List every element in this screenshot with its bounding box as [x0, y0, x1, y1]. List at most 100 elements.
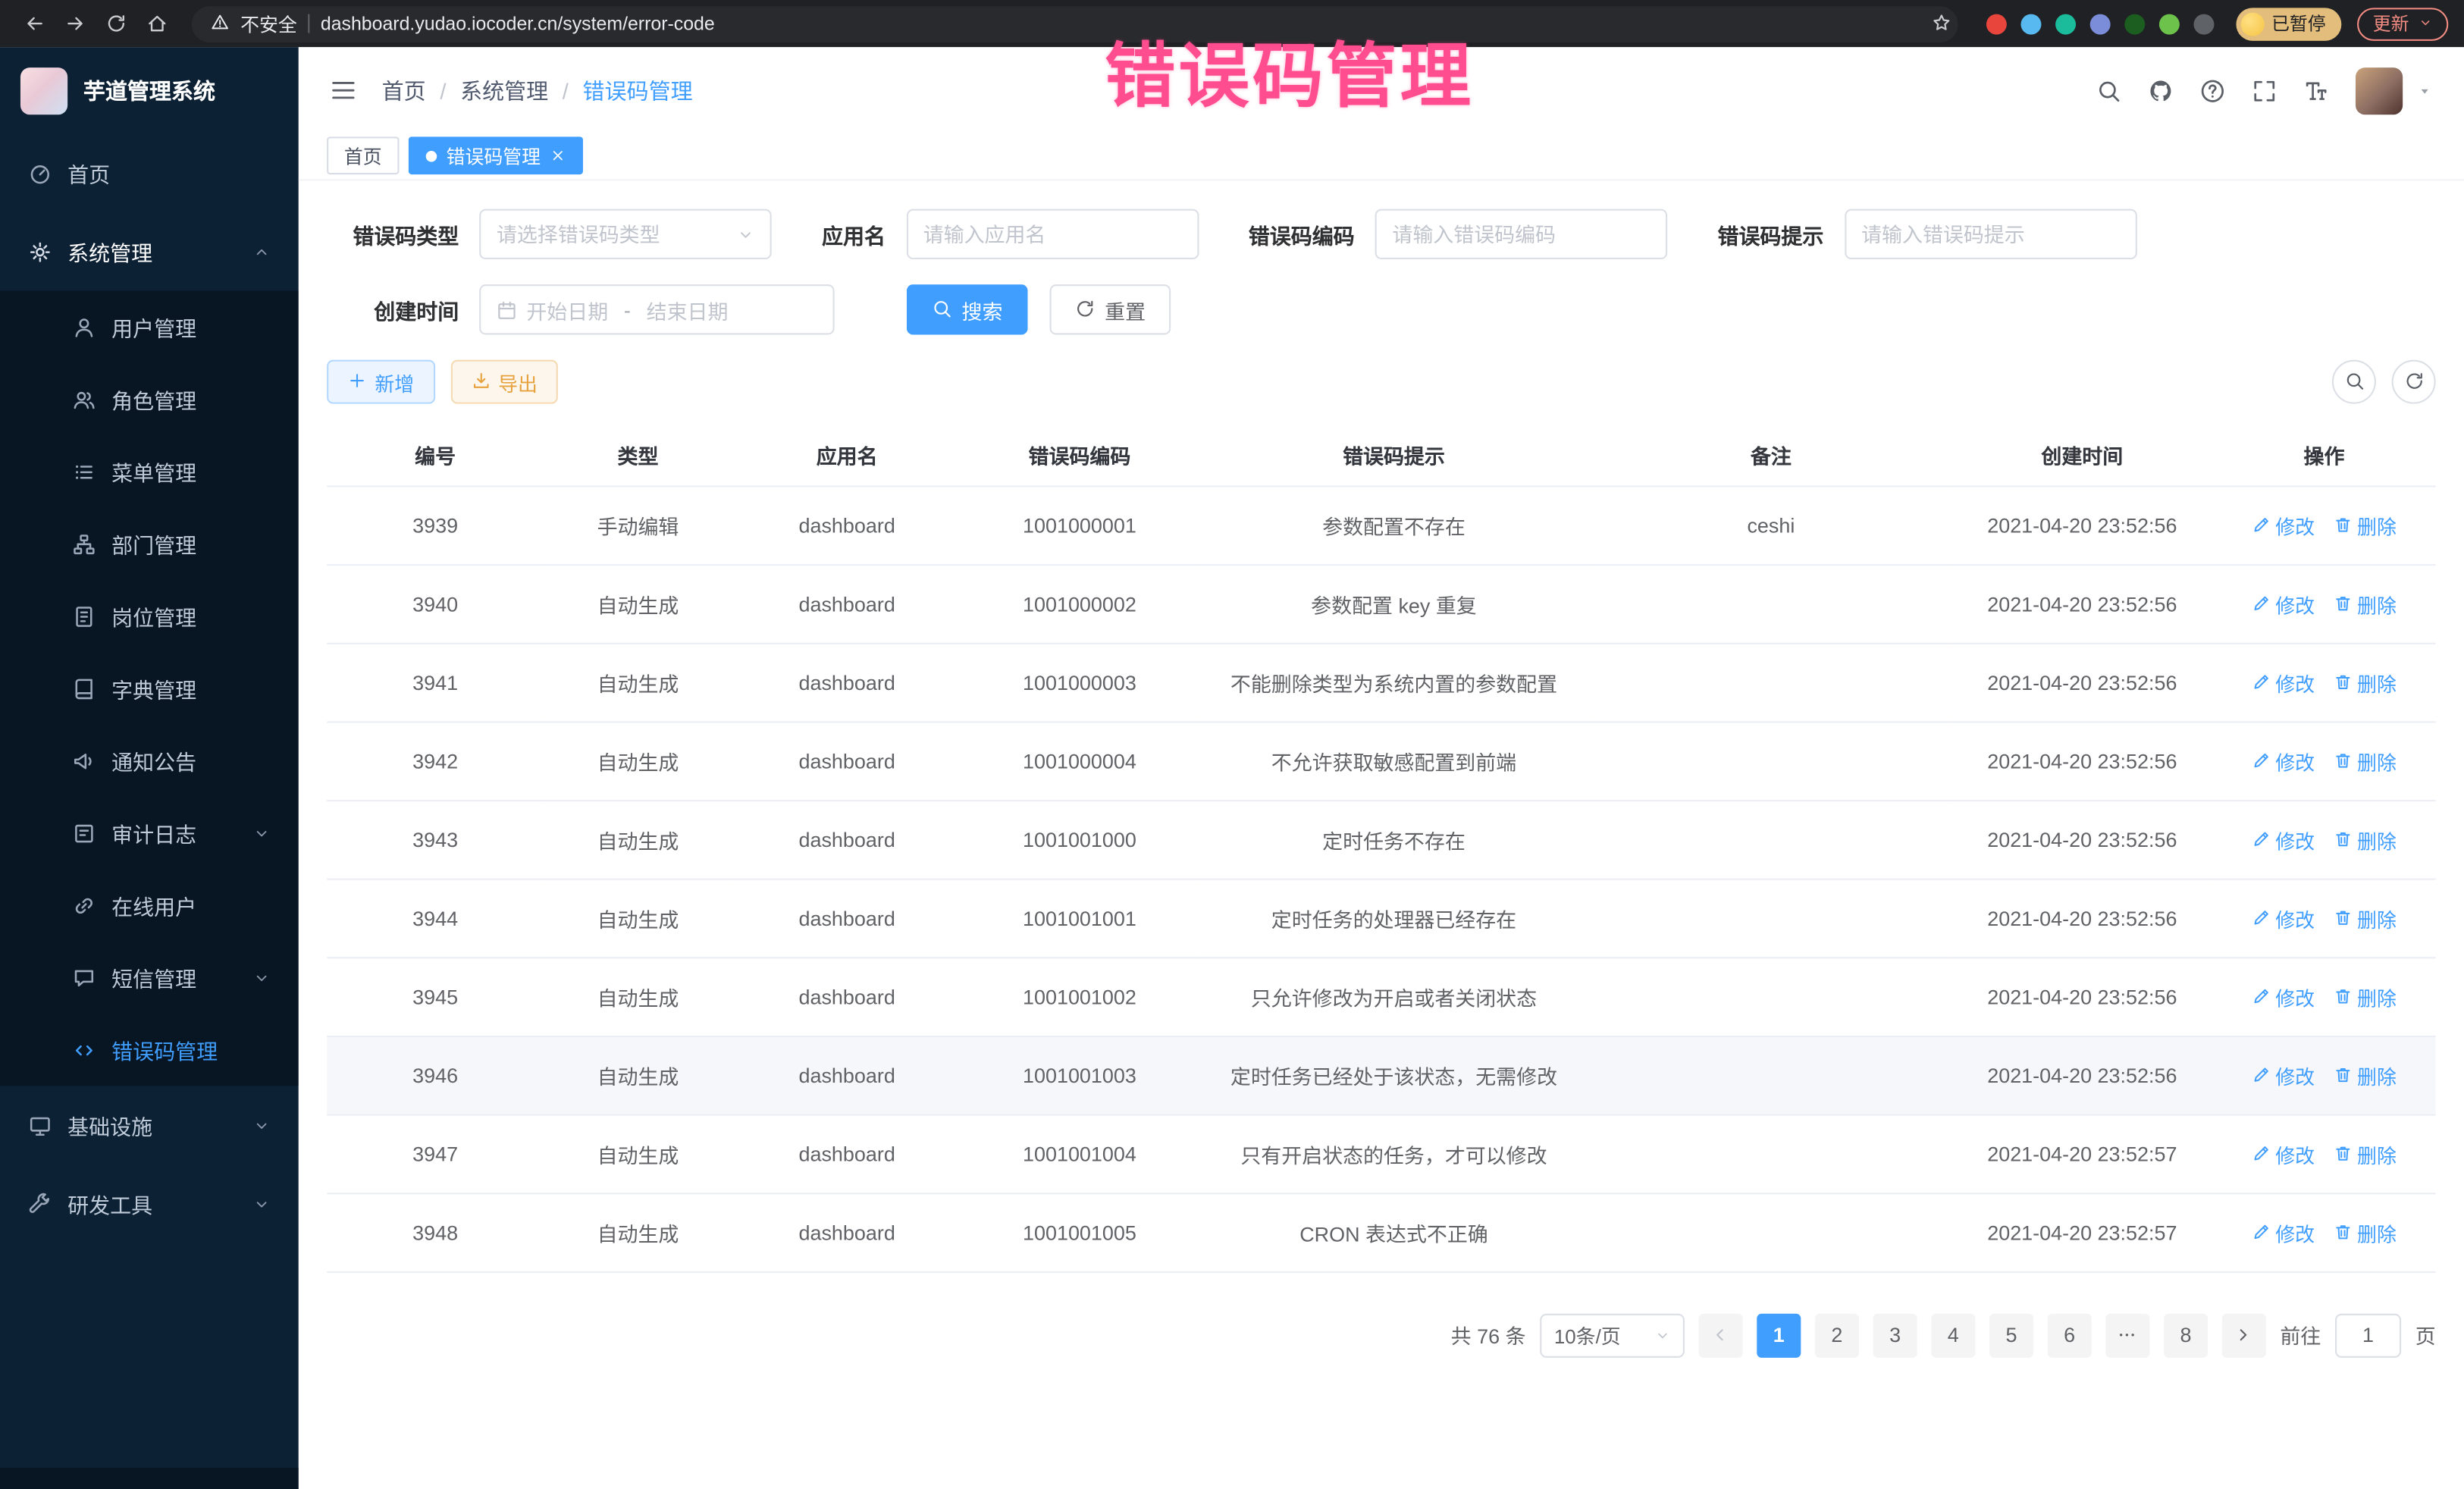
fullscreen-icon[interactable]	[2252, 78, 2277, 103]
delete-link[interactable]: 删除	[2334, 1060, 2397, 1089]
edit-link[interactable]: 修改	[2252, 824, 2315, 854]
pager-page-button[interactable]: 4	[1931, 1313, 1975, 1357]
table-cell: 不允许获取敏感配置到前端	[1197, 721, 1590, 800]
extension-puzzle-icon[interactable]	[2193, 14, 2213, 34]
error-code-input[interactable]	[1392, 222, 1650, 246]
breadcrumb-item[interactable]: 系统管理	[460, 74, 548, 105]
search-icon[interactable]	[2096, 78, 2121, 103]
refresh-table-button[interactable]	[2392, 360, 2436, 404]
sidebar-item-dept[interactable]: 部门管理	[0, 507, 299, 579]
extension-grid-icon[interactable]	[2089, 14, 2110, 34]
date-range-picker[interactable]: 开始日期 - 结束日期	[479, 284, 834, 334]
pager-next-button[interactable]	[2222, 1313, 2266, 1357]
menu-toggle-icon[interactable]	[330, 77, 356, 104]
edit-link[interactable]: 修改	[2252, 1217, 2315, 1246]
app-logo[interactable]: 芋道管理系统	[0, 47, 299, 133]
delete-link[interactable]: 删除	[2334, 1139, 2397, 1168]
sidebar-item-home[interactable]: 首页	[0, 133, 299, 212]
tab-close-icon[interactable]	[550, 148, 566, 164]
chevron-down-icon	[253, 969, 271, 986]
sidebar-item-user[interactable]: 用户管理	[0, 290, 299, 362]
error-type-input[interactable]	[497, 222, 728, 246]
browser-address-bar[interactable]: 不安全 dashboard.yudao.iocoder.cn/system/er…	[192, 5, 1958, 42]
pager-page-button[interactable]: 5	[1989, 1313, 2033, 1357]
pager-more-button[interactable]	[2105, 1313, 2149, 1357]
delete-link[interactable]: 删除	[2334, 745, 2397, 775]
help-icon[interactable]	[2200, 78, 2225, 103]
sidebar-item-dict[interactable]: 字典管理	[0, 652, 299, 724]
pager-page-button[interactable]: 1	[1757, 1313, 1801, 1357]
sidebar-item-audit[interactable]: 审计日志	[0, 797, 299, 869]
sidebar-collapse-bar[interactable]	[0, 1468, 299, 1489]
search-button[interactable]: 搜索	[907, 284, 1028, 334]
update-button[interactable]: 更新	[2357, 7, 2448, 40]
pager-page-button[interactable]: 3	[1873, 1313, 1917, 1357]
sidebar-item-errorcode[interactable]: 错误码管理	[0, 1014, 299, 1086]
page-size-select[interactable]: 10条/页	[1540, 1313, 1685, 1357]
extension-check-icon[interactable]	[2055, 14, 2075, 34]
edit-link[interactable]: 修改	[2252, 667, 2315, 697]
breadcrumb-item[interactable]: 首页	[382, 74, 426, 105]
table-row: 3946自动生成dashboard1001001003定时任务已经处于该状态，无…	[327, 1036, 2436, 1114]
delete-link[interactable]: 删除	[2334, 588, 2397, 618]
font-size-icon[interactable]	[2304, 78, 2329, 103]
error-hint-input[interactable]	[1861, 222, 2119, 246]
delete-link[interactable]: 删除	[2334, 981, 2397, 1011]
edit-link[interactable]: 修改	[2252, 1060, 2315, 1089]
tab-home[interactable]: 首页	[327, 136, 399, 174]
sidebar-item-tool[interactable]: 研发工具	[0, 1165, 299, 1243]
export-button[interactable]: 导出	[450, 360, 558, 404]
browser-home-icon[interactable]	[138, 6, 176, 41]
extension-leaf-icon[interactable]	[2158, 14, 2179, 34]
delete-link[interactable]: 删除	[2334, 903, 2397, 933]
delete-link[interactable]: 删除	[2334, 1217, 2397, 1246]
pager-page-button[interactable]: 6	[2048, 1313, 2092, 1357]
edit-link[interactable]: 修改	[2252, 903, 2315, 933]
edit-link[interactable]: 修改	[2252, 588, 2315, 618]
sidebar-item-role[interactable]: 角色管理	[0, 363, 299, 435]
github-icon[interactable]	[2148, 78, 2173, 103]
breadcrumb-item[interactable]: 错误码管理	[583, 74, 693, 105]
pager-page-button[interactable]: 2	[1815, 1313, 1859, 1357]
sidebar-item-system[interactable]: 系统管理	[0, 212, 299, 291]
app-name-field[interactable]	[906, 209, 1199, 259]
add-button[interactable]: 新增	[327, 360, 434, 404]
pager-goto-input[interactable]	[2335, 1313, 2401, 1357]
sidebar-item-infra[interactable]: 基础设施	[0, 1086, 299, 1165]
table-cell: 3948	[327, 1193, 544, 1271]
extension-on-icon[interactable]	[2124, 14, 2144, 34]
error-hint-field[interactable]	[1844, 209, 2136, 259]
browser-reload-icon[interactable]	[98, 6, 136, 41]
pager-page-button[interactable]: 8	[2164, 1313, 2208, 1357]
table-cell: 自动生成	[544, 1114, 732, 1193]
sidebar-item-post[interactable]: 岗位管理	[0, 580, 299, 652]
edit-link[interactable]: 修改	[2252, 981, 2315, 1011]
app-name-input[interactable]	[923, 222, 1181, 246]
sidebar-item-notice[interactable]: 通知公告	[0, 725, 299, 797]
error-type-select[interactable]	[479, 209, 772, 259]
table-row: 3948自动生成dashboard1001001005CRON 表达式不正确20…	[327, 1193, 2436, 1271]
edit-link[interactable]: 修改	[2252, 510, 2315, 540]
toggle-search-button[interactable]	[2332, 360, 2376, 404]
browser-forward-icon[interactable]	[57, 6, 95, 41]
pager-prev-button[interactable]	[1699, 1313, 1743, 1357]
edit-link[interactable]: 修改	[2252, 745, 2315, 775]
delete-link[interactable]: 删除	[2334, 510, 2397, 540]
reset-button[interactable]: 重置	[1050, 284, 1171, 334]
sidebar-item-online[interactable]: 在线用户	[0, 869, 299, 941]
bookmark-star-icon[interactable]	[1930, 12, 1951, 36]
delete-link[interactable]: 删除	[2334, 824, 2397, 854]
error-code-field[interactable]	[1375, 209, 1668, 259]
edit-link[interactable]: 修改	[2252, 1139, 2315, 1168]
avatar-caret-down-icon[interactable]	[2417, 83, 2433, 99]
sidebar-item-sms[interactable]: 短信管理	[0, 942, 299, 1014]
tab-error-code[interactable]: 错误码管理	[409, 136, 583, 174]
delete-link[interactable]: 删除	[2334, 667, 2397, 697]
paused-badge[interactable]: 已暂停	[2235, 7, 2341, 40]
sidebar-item-menu[interactable]: 菜单管理	[0, 435, 299, 507]
user-avatar[interactable]	[2356, 67, 2403, 114]
browser-back-icon[interactable]	[16, 6, 54, 41]
chevron-up-icon	[253, 243, 271, 260]
extension-drop-icon[interactable]	[2020, 14, 2040, 34]
extension-record-icon[interactable]	[1986, 14, 2006, 34]
